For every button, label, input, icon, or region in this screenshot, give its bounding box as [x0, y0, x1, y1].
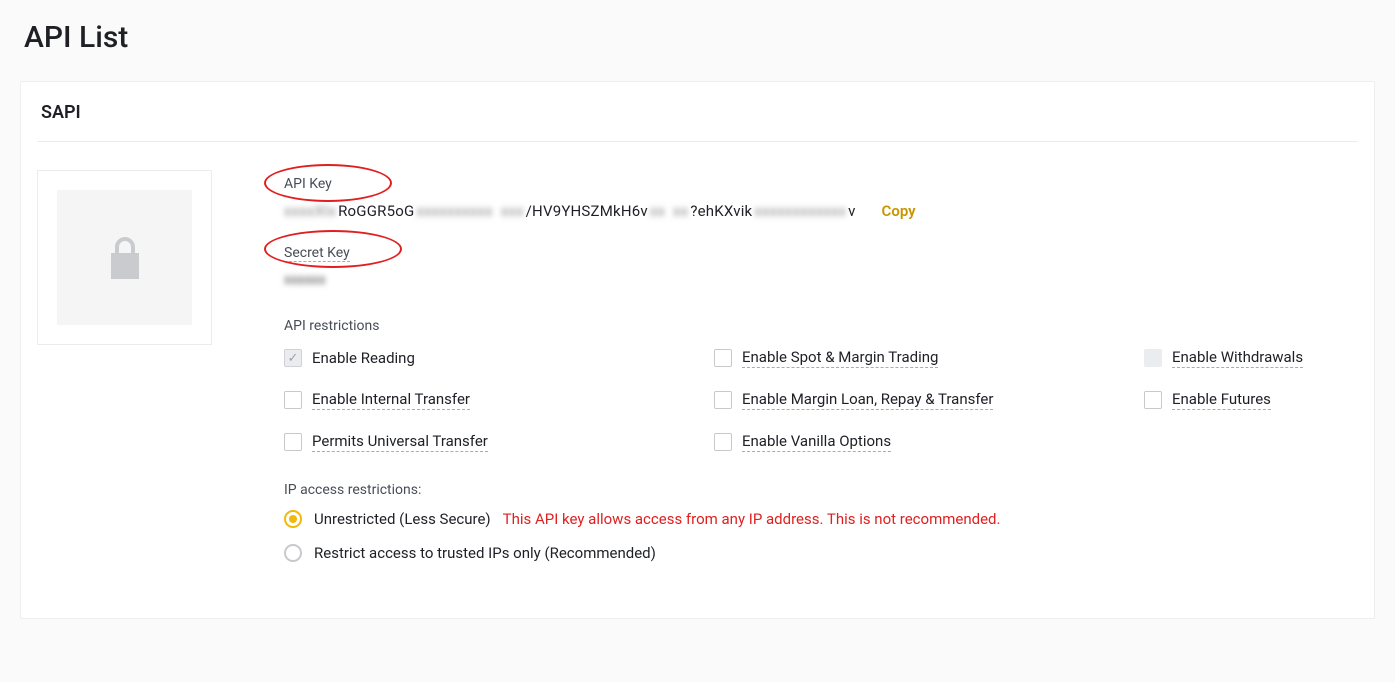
api-card: SAPI API Key xxxxXIx RoGGR5oG: [20, 81, 1375, 619]
checkbox[interactable]: [714, 433, 732, 451]
restriction-item: Enable Withdrawals: [1144, 348, 1344, 368]
secret-key-value: xxxxxx: [284, 272, 1358, 288]
ip-option-label: Unrestricted (Less Secure): [314, 510, 491, 528]
api-name-header: SAPI: [37, 102, 1358, 142]
ip-option-row[interactable]: Unrestricted (Less Secure) This API key a…: [284, 510, 1358, 528]
restriction-label: Enable Reading: [312, 349, 415, 368]
checkbox[interactable]: [714, 349, 732, 367]
restriction-label: Permits Universal Transfer: [312, 432, 488, 452]
checkbox: ✓: [284, 349, 302, 367]
content-row: API Key xxxxXIx RoGGR5oG xxxxxxxxxx xxx …: [37, 170, 1358, 578]
restriction-label: Enable Margin Loan, Repay & Transfer: [742, 390, 993, 410]
key-frag: /HV9YHSZMkH6v: [526, 202, 648, 220]
key-frag: ?ehKXvik: [690, 202, 752, 220]
ip-access-section: IP access restrictions: Unrestricted (Le…: [284, 482, 1358, 562]
api-key-row: xxxxXIx RoGGR5oG xxxxxxxxxx xxx /HV9YHSZ…: [284, 202, 1358, 220]
checkbox[interactable]: [1144, 391, 1162, 409]
api-key-value: xxxxXIx RoGGR5oG xxxxxxxxxx xxx /HV9YHSZ…: [284, 202, 856, 220]
api-key-label: API Key: [284, 176, 1358, 192]
key-frag: xxxxxxxxxx: [416, 202, 492, 220]
api-details: API Key xxxxXIx RoGGR5oG xxxxxxxxxx xxx …: [284, 170, 1358, 578]
restriction-label: Enable Withdrawals: [1172, 348, 1303, 368]
restriction-item[interactable]: Enable Margin Loan, Repay & Transfer: [714, 390, 1144, 410]
key-frag: xx: [650, 202, 665, 220]
restriction-item[interactable]: Enable Spot & Margin Trading: [714, 348, 1144, 368]
restriction-item[interactable]: Enable Futures: [1144, 390, 1344, 410]
radio-dot-icon: [289, 515, 297, 523]
page-title: API List: [24, 20, 1375, 55]
checkbox[interactable]: [714, 391, 732, 409]
ip-warning-text: This API key allows access from any IP a…: [503, 510, 1001, 528]
radio-button[interactable]: [284, 510, 302, 528]
checkbox: [1144, 349, 1162, 367]
restriction-label: Enable Spot & Margin Trading: [742, 348, 938, 368]
secret-key-label: Secret Key: [284, 245, 350, 262]
restriction-item[interactable]: Permits Universal Transfer: [284, 432, 714, 452]
copy-api-key-button[interactable]: Copy: [882, 202, 916, 220]
ip-access-title: IP access restrictions:: [284, 482, 1358, 498]
check-icon: ✓: [288, 352, 299, 365]
radio-button[interactable]: [284, 544, 302, 562]
lock-icon: [107, 235, 143, 281]
ip-option-label: Restrict access to trusted IPs only (Rec…: [314, 544, 656, 562]
key-frag: xxxxXIx: [284, 202, 336, 220]
restriction-item: ✓ Enable Reading: [284, 348, 714, 368]
restriction-item[interactable]: Enable Internal Transfer: [284, 390, 714, 410]
ip-option-row[interactable]: Restrict access to trusted IPs only (Rec…: [284, 544, 1358, 562]
key-frag: xx: [673, 202, 688, 220]
qr-lock-box: [37, 170, 212, 345]
key-frag: RoGGR5oG: [338, 202, 414, 220]
key-frag: v: [848, 202, 855, 220]
api-key-group: API Key xxxxXIx RoGGR5oG xxxxxxxxxx xxx …: [284, 176, 1358, 220]
lock-inner: [57, 190, 192, 325]
key-frag: xxx: [501, 202, 524, 220]
api-restrictions-label: API restrictions: [284, 318, 1358, 334]
restriction-label: Enable Internal Transfer: [312, 390, 470, 410]
checkbox[interactable]: [284, 391, 302, 409]
restrictions-grid: ✓ Enable Reading Enable Spot & Margin Trad…: [284, 348, 1358, 452]
key-frag: xxxxxxxxxxxx: [754, 202, 846, 220]
restriction-item[interactable]: Enable Vanilla Options: [714, 432, 1144, 452]
restriction-label: Enable Vanilla Options: [742, 432, 891, 452]
secret-key-group: Secret Key xxxxxx: [284, 242, 1358, 288]
checkbox[interactable]: [284, 433, 302, 451]
restriction-label: Enable Futures: [1172, 390, 1271, 410]
